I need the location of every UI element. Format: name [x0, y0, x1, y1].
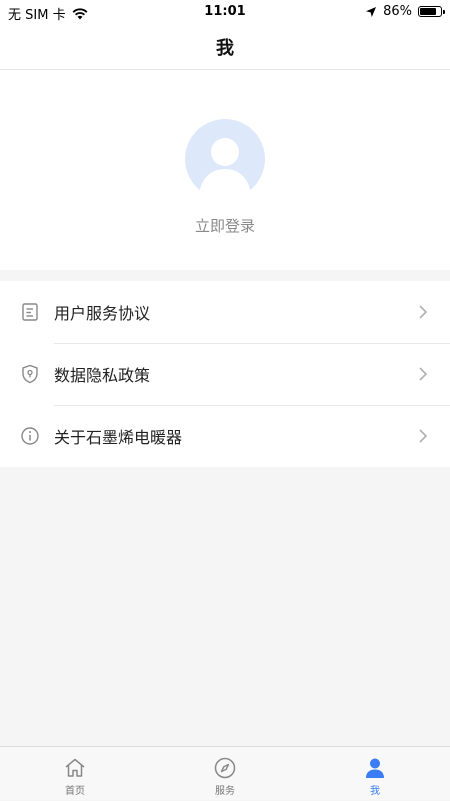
tab-bar: 首页 服务 我	[0, 746, 450, 800]
chevron-right-icon	[418, 304, 428, 320]
tab-label: 首页	[65, 782, 85, 797]
home-icon	[63, 756, 87, 780]
info-icon	[20, 426, 40, 446]
tab-me[interactable]: 我	[300, 747, 450, 801]
tab-home[interactable]: 首页	[0, 747, 150, 801]
person-icon	[363, 756, 387, 780]
shield-lock-icon	[20, 364, 40, 384]
login-link[interactable]: 立即登录	[0, 215, 450, 236]
status-bar: 无 SIM 卡 11:01 86%	[0, 0, 450, 24]
location-arrow-icon	[365, 6, 377, 18]
tab-label: 服务	[215, 782, 235, 797]
settings-menu: 用户服务协议 数据隐私政策 关于石墨烯电暖器	[0, 281, 450, 467]
default-avatar-icon	[185, 119, 265, 199]
menu-item-label: 关于石墨烯电暖器	[54, 424, 182, 448]
tab-service[interactable]: 服务	[150, 747, 300, 801]
menu-item-label: 数据隐私政策	[54, 362, 150, 386]
avatar[interactable]	[185, 119, 265, 199]
menu-item-user-agreement[interactable]: 用户服务协议	[0, 281, 450, 343]
tab-label: 我	[370, 782, 380, 797]
menu-item-label: 用户服务协议	[54, 300, 150, 324]
battery-percent: 86%	[383, 4, 412, 19]
document-icon	[20, 302, 40, 322]
battery-icon	[418, 6, 442, 17]
chevron-right-icon	[418, 366, 428, 382]
battery-cap	[443, 10, 445, 14]
nav-bar: 我	[0, 24, 450, 70]
chevron-right-icon	[418, 428, 428, 444]
status-right: 86%	[365, 4, 442, 19]
profile-section: 立即登录	[0, 70, 450, 270]
menu-item-privacy-policy[interactable]: 数据隐私政策	[0, 343, 450, 405]
menu-item-about[interactable]: 关于石墨烯电暖器	[0, 405, 450, 467]
compass-icon	[213, 756, 237, 780]
battery-fill	[420, 8, 436, 15]
page-title: 我	[216, 34, 234, 60]
